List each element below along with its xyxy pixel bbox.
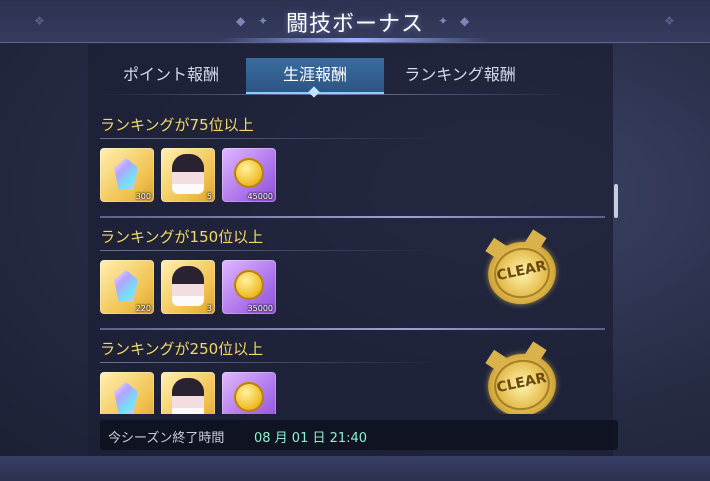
reward-item[interactable]	[100, 372, 154, 414]
reward-item[interactable]: 35000	[222, 260, 276, 314]
title-underline	[100, 138, 440, 139]
clear-stamp-label: CLEAR	[495, 257, 548, 285]
reward-item[interactable]: 220	[100, 260, 154, 314]
ornament-icon: ❖	[664, 14, 675, 28]
gold-coin-icon	[234, 270, 264, 300]
row-divider	[100, 216, 605, 218]
item-quantity: 300	[135, 192, 151, 201]
reward-item[interactable]: 300	[100, 148, 154, 202]
reward-list[interactable]: ランキングが75位以上 300 5 45000 ランキングが150位以上 220…	[100, 110, 610, 414]
crystal-icon	[114, 382, 138, 414]
reward-row: ランキングが150位以上 220 3 35000 CLEAR	[100, 222, 610, 334]
gold-coin-icon	[234, 158, 264, 188]
title-underline	[100, 250, 440, 251]
reward-item[interactable]	[222, 372, 276, 414]
character-ticket-icon	[172, 266, 204, 306]
clear-stamp: CLEAR	[482, 229, 562, 311]
gold-coin-icon	[234, 382, 264, 412]
reward-item[interactable]: 45000	[222, 148, 276, 202]
season-end-label: 今シーズン終了時間	[108, 431, 225, 446]
reward-row: ランキングが250位以上 CLEAR	[100, 334, 610, 414]
item-quantity: 220	[135, 304, 151, 313]
ornament-icon: ◆	[460, 14, 470, 28]
tab-divider	[100, 94, 570, 95]
title-underline	[100, 362, 440, 363]
season-end-time: 08 月 01 日 21:40	[254, 431, 368, 446]
character-ticket-icon	[172, 154, 204, 194]
page-title: 闘技ボーナス	[285, 12, 424, 37]
item-quantity: 35000	[247, 304, 273, 313]
title-bar: ❖ ◆ ✦ 闘技ボーナス ✦ ◆ ❖	[0, 0, 710, 43]
clear-stamp-label: CLEAR	[495, 369, 548, 397]
season-end-bar: 今シーズン終了時間 08 月 01 日 21:40	[100, 420, 618, 450]
title-underline	[220, 38, 490, 42]
crystal-icon	[114, 158, 138, 190]
reward-item[interactable]	[161, 372, 215, 414]
list-scrollbar[interactable]	[614, 184, 618, 218]
tab-ranking-reward[interactable]: ランキング報酬	[386, 58, 534, 92]
tab-point-reward[interactable]: ポイント報酬	[100, 58, 242, 92]
reward-condition: ランキングが150位以上	[100, 228, 264, 246]
tab-bar: ポイント報酬 生涯報酬 ランキング報酬	[100, 58, 570, 94]
clear-stamp: CLEAR	[482, 341, 562, 414]
item-quantity: 3	[206, 304, 212, 313]
reward-item[interactable]: 3	[161, 260, 215, 314]
crystal-icon	[114, 270, 138, 302]
reward-row: ランキングが75位以上 300 5 45000	[100, 110, 610, 222]
item-quantity: 5	[206, 192, 212, 201]
reward-condition: ランキングが75位以上	[100, 116, 254, 134]
bottom-frame	[0, 456, 710, 481]
reward-condition: ランキングが250位以上	[100, 340, 264, 358]
ornament-icon: ✦	[438, 14, 449, 28]
row-divider	[100, 328, 605, 330]
reward-item[interactable]: 5	[161, 148, 215, 202]
character-ticket-icon	[172, 378, 204, 414]
item-quantity: 45000	[247, 192, 273, 201]
